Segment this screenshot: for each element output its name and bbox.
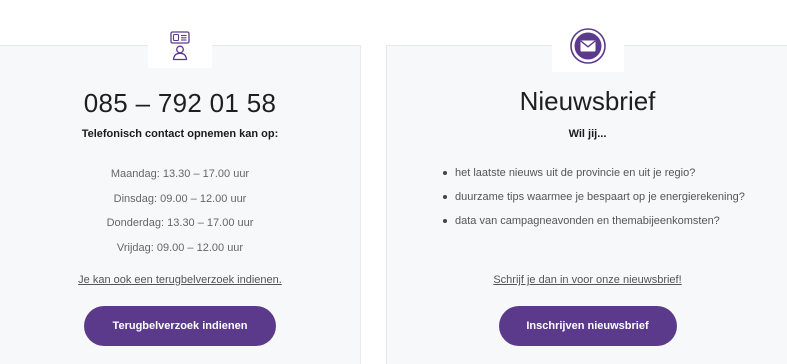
list-item: het laatste nieuws uit de provincie en u… (443, 161, 768, 185)
newsletter-subhead: Wil jij... (568, 128, 607, 140)
opening-hours-list: Maandag: 13.30 – 17.00 uur Dinsdag: 09.0… (0, 162, 360, 260)
newsletter-signup-link[interactable]: Schrijf je dan in voor onze nieuwsbrief! (387, 274, 787, 286)
list-item: data van campagneavonden en themabijeenk… (443, 209, 768, 233)
list-item: duurzame tips waarmee je bespaart op je … (443, 185, 768, 209)
contact-person-icon (148, 24, 212, 68)
phone-number: 085 – 792 01 58 (83, 88, 277, 118)
contact-subhead: Telefonisch contact opnemen kan op: (81, 128, 279, 140)
envelope-icon (551, 20, 624, 72)
opening-hours-item: Vrijdag: 09.00 – 12.00 uur (116, 241, 244, 254)
newsletter-benefits-list: het laatste nieuws uit de provincie en u… (443, 161, 768, 233)
contact-card: 085 – 792 01 58 Telefonisch contact opne… (0, 24, 361, 364)
newsletter-title: Nieuwsbrief (519, 86, 656, 116)
newsletter-card: Nieuwsbrief Wil jij... het laatste nieuw… (386, 20, 787, 364)
opening-hours-item: Donderdag: 13.30 – 17.00 uur (106, 217, 254, 229)
callback-request-link[interactable]: Je kan ook een terugbelverzoek indienen. (0, 274, 360, 286)
opening-hours-item: Maandag: 13.30 – 17.00 uur (110, 168, 250, 180)
newsletter-subscribe-button[interactable]: Inschrijven nieuwsbrief (498, 306, 677, 346)
callback-request-button[interactable]: Terugbelverzoek indienen (84, 306, 276, 346)
opening-hours-item: Dinsdag: 09.00 – 12.00 uur (113, 192, 247, 205)
